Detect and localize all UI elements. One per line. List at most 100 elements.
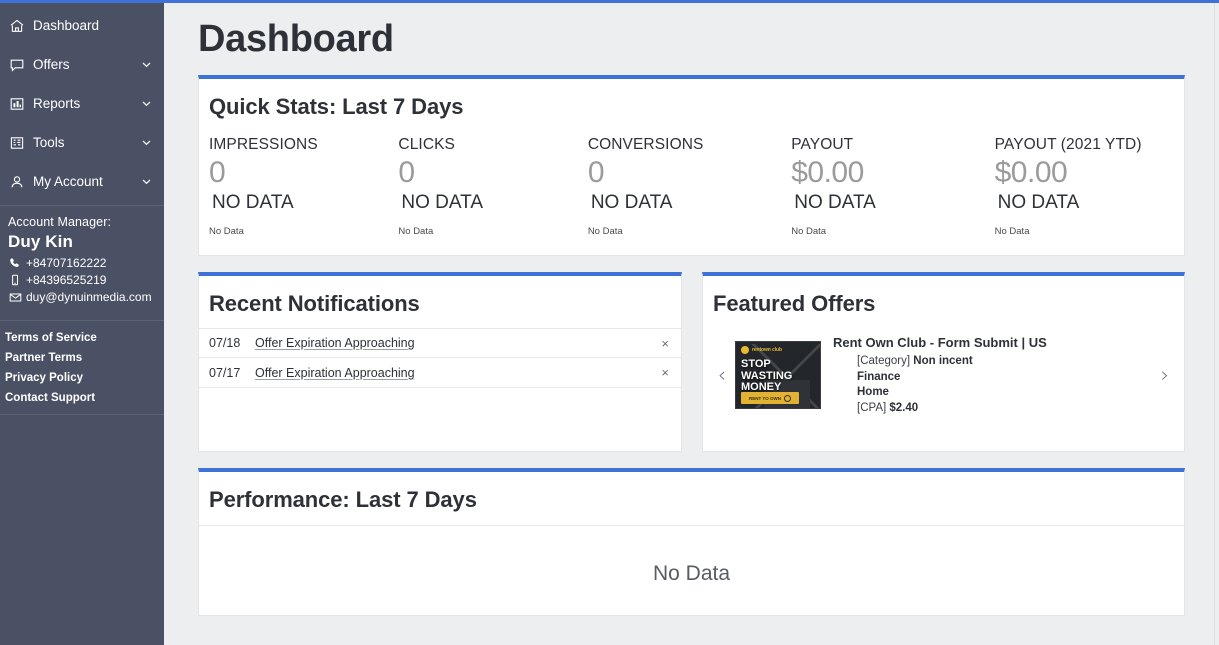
stat-payout: PAYOUT $0.00 NO DATA No Data bbox=[777, 134, 980, 239]
offer-brand-logo: rentown club bbox=[741, 346, 782, 354]
stat-footnote: No Data bbox=[995, 216, 1184, 239]
account-manager-phone-row[interactable]: +84707162222 bbox=[8, 255, 154, 271]
chevron-down-icon[interactable] bbox=[138, 96, 154, 112]
performance-title: Performance: Last 7 Days bbox=[199, 472, 1184, 526]
home-icon bbox=[8, 17, 26, 35]
account-manager-mobile-row[interactable]: +84396525219 bbox=[8, 272, 154, 288]
footer-links-divider bbox=[0, 320, 164, 321]
sidebar-item-label: My Account bbox=[33, 174, 138, 189]
notification-text[interactable]: Offer Expiration Approaching bbox=[255, 336, 655, 350]
stat-label: CONVERSIONS bbox=[588, 134, 777, 156]
sidebar-bottom-divider bbox=[0, 414, 164, 415]
vertical-scrollbar[interactable] bbox=[1214, 3, 1219, 645]
sidebar-item-label: Dashboard bbox=[33, 18, 154, 33]
featured-offers-card: Featured Offers ‹ rentown club STOPWASTI… bbox=[702, 272, 1185, 452]
notification-text[interactable]: Offer Expiration Approaching bbox=[255, 366, 655, 380]
stat-value: $0.00 bbox=[995, 156, 1184, 190]
close-icon[interactable]: × bbox=[655, 337, 669, 350]
link-partner-terms[interactable]: Partner Terms bbox=[5, 348, 154, 368]
sidebar-item-tools[interactable]: Tools bbox=[0, 123, 164, 162]
offer-tag: Home bbox=[857, 385, 1152, 401]
sidebar-item-label: Reports bbox=[33, 96, 138, 111]
offer-cpa-key: [CPA] bbox=[857, 402, 886, 414]
stat-footnote: No Data bbox=[398, 216, 587, 239]
account-manager-title: Account Manager: bbox=[8, 215, 154, 229]
stat-label: CLICKS bbox=[398, 134, 587, 156]
stat-footnote: No Data bbox=[588, 216, 777, 239]
account-manager-email: duy@dynuinmedia.com bbox=[26, 289, 152, 305]
offer-category-key: [Category] bbox=[857, 355, 910, 367]
link-privacy-policy[interactable]: Privacy Policy bbox=[5, 368, 154, 388]
sidebar-item-dashboard[interactable]: Dashboard bbox=[0, 6, 164, 45]
recent-notifications-title: Recent Notifications bbox=[199, 276, 681, 317]
mobile-icon bbox=[8, 273, 22, 287]
account-manager-phone: +84707162222 bbox=[26, 255, 106, 271]
arrow-circle-icon bbox=[784, 395, 791, 402]
main-content: Dashboard Quick Stats: Last 7 Days IMPRE… bbox=[164, 0, 1219, 645]
thumbnail-headline: STOPWASTINGMONEY bbox=[741, 359, 792, 394]
chevron-down-icon[interactable] bbox=[138, 135, 154, 151]
link-contact-support[interactable]: Contact Support bbox=[5, 388, 154, 408]
account-manager-email-row[interactable]: duy@dynuinmedia.com bbox=[8, 289, 154, 305]
stat-value: 0 bbox=[209, 156, 398, 190]
middle-row: Recent Notifications 07/18 Offer Expirat… bbox=[198, 272, 1185, 452]
quick-stats-card: Quick Stats: Last 7 Days IMPRESSIONS 0 N… bbox=[198, 75, 1185, 256]
stat-label: PAYOUT (2021 YTD) bbox=[995, 134, 1184, 156]
carousel-next-icon[interactable]: › bbox=[1152, 365, 1178, 386]
account-manager-name: Duy Kin bbox=[8, 232, 154, 252]
sidebar-item-label: Tools bbox=[33, 135, 138, 150]
stat-clicks: CLICKS 0 NO DATA No Data bbox=[398, 134, 587, 239]
link-terms-of-service[interactable]: Terms of Service bbox=[5, 328, 154, 348]
stat-conversions: CONVERSIONS 0 NO DATA No Data bbox=[588, 134, 777, 239]
envelope-icon bbox=[8, 290, 22, 304]
chevron-down-icon[interactable] bbox=[138, 174, 154, 190]
quick-stats-title: Quick Stats: Last 7 Days bbox=[199, 79, 1184, 120]
sidebar-item-reports[interactable]: Reports bbox=[0, 84, 164, 123]
stat-label: IMPRESSIONS bbox=[209, 134, 398, 156]
sidebar-footer-links: Terms of Service Partner Terms Privacy P… bbox=[0, 328, 164, 408]
sidebar-item-my-account[interactable]: My Account bbox=[0, 162, 164, 201]
notification-row[interactable]: 07/17 Offer Expiration Approaching × bbox=[199, 358, 681, 388]
offer-info: Rent Own Club - Form Submit | US [Catego… bbox=[833, 334, 1152, 416]
quick-stats-row: IMPRESSIONS 0 NO DATA No Data CLICKS 0 N… bbox=[199, 120, 1184, 255]
stat-status: NO DATA bbox=[398, 190, 587, 216]
offer-category-value: Non incent bbox=[913, 355, 972, 367]
bar-chart-icon bbox=[8, 95, 26, 113]
offer-cpa-value: $2.40 bbox=[889, 402, 918, 414]
dashboard-page: Dashboard Offers bbox=[0, 0, 1219, 645]
performance-card: Performance: Last 7 Days No Data bbox=[198, 468, 1185, 616]
sidebar-item-label: Offers bbox=[33, 57, 138, 72]
performance-chart-area: No Data bbox=[199, 526, 1184, 622]
offer-tag: Finance bbox=[857, 370, 1152, 386]
thumbnail-cta-label: RENT TO OWN bbox=[749, 396, 781, 401]
sidebar-nav: Dashboard Offers bbox=[0, 3, 164, 201]
notifications-list: 07/18 Offer Expiration Approaching × 07/… bbox=[199, 328, 681, 388]
recent-notifications-card: Recent Notifications 07/18 Offer Expirat… bbox=[198, 272, 682, 452]
logo-dot-icon bbox=[741, 346, 749, 354]
notification-row[interactable]: 07/18 Offer Expiration Approaching × bbox=[199, 328, 681, 358]
close-icon[interactable]: × bbox=[655, 366, 669, 379]
account-manager-mobile: +84396525219 bbox=[26, 272, 106, 288]
stat-footnote: No Data bbox=[791, 216, 980, 239]
stat-status: NO DATA bbox=[995, 190, 1184, 216]
top-accent-bar bbox=[0, 0, 1219, 3]
offer-name[interactable]: Rent Own Club - Form Submit | US bbox=[833, 334, 1152, 352]
stat-status: NO DATA bbox=[791, 190, 980, 216]
featured-offers-title: Featured Offers bbox=[703, 276, 1184, 317]
offer-cpa-line: [CPA] $2.40 bbox=[857, 401, 1152, 417]
user-icon bbox=[8, 173, 26, 191]
stat-footnote: No Data bbox=[209, 216, 398, 239]
carousel-prev-icon[interactable]: ‹ bbox=[709, 365, 735, 386]
notification-date: 07/17 bbox=[209, 366, 255, 380]
sidebar-item-offers[interactable]: Offers bbox=[0, 45, 164, 84]
page-title: Dashboard bbox=[198, 0, 1185, 75]
thumbnail-cta-button: RENT TO OWN bbox=[741, 392, 799, 404]
offer-thumbnail[interactable]: rentown club STOPWASTINGMONEY RENT TO OW… bbox=[735, 341, 821, 409]
stat-payout-ytd: PAYOUT (2021 YTD) $0.00 NO DATA No Data bbox=[981, 134, 1184, 239]
stat-value: 0 bbox=[588, 156, 777, 190]
stat-value: 0 bbox=[398, 156, 587, 190]
chevron-down-icon[interactable] bbox=[138, 57, 154, 73]
sidebar: Dashboard Offers bbox=[0, 0, 164, 645]
stat-status: NO DATA bbox=[209, 190, 398, 216]
featured-offers-carousel: ‹ rentown club STOPWASTINGMONEY RENT TO … bbox=[703, 317, 1184, 425]
